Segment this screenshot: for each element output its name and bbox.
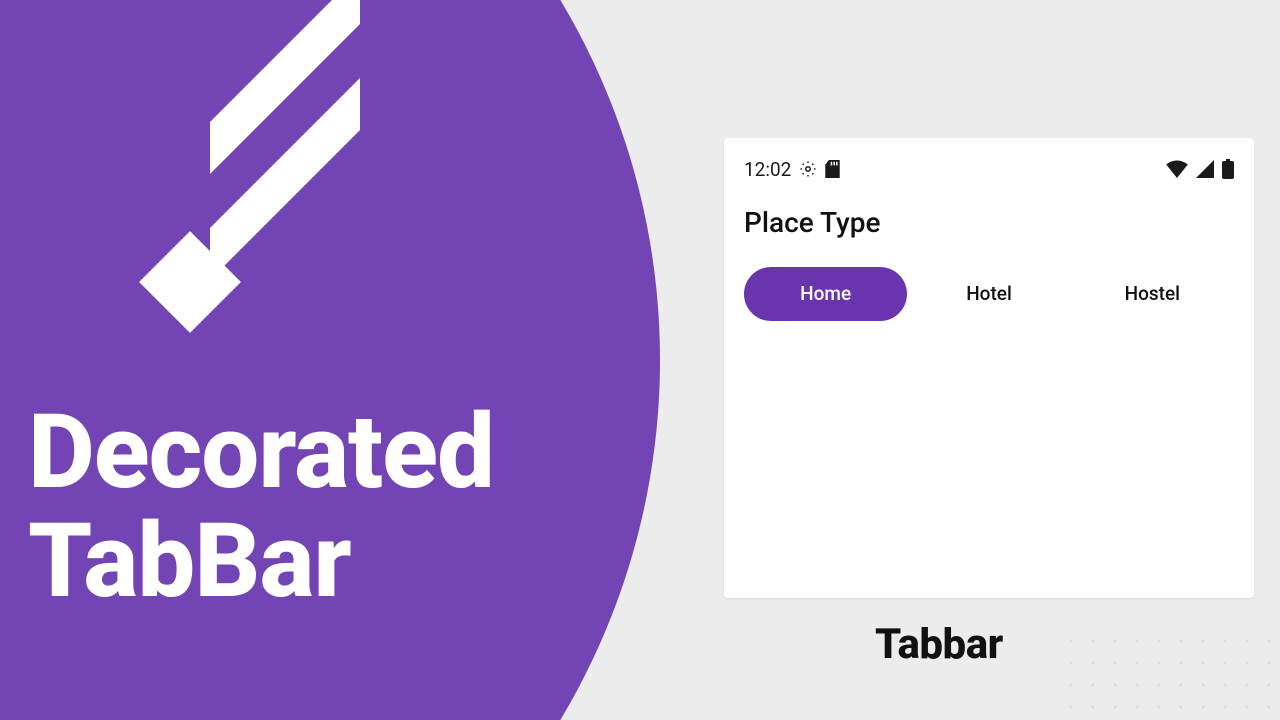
sd-card-icon [825,160,840,178]
tab-hostel[interactable]: Hostel [1071,267,1234,321]
status-time: 12:02 [744,158,791,181]
battery-icon [1222,159,1234,179]
flutter-logo-icon [120,70,380,330]
wifi-icon [1166,160,1188,178]
tab-bar: Home Hotel Hostel [744,267,1234,321]
gear-icon [799,160,817,178]
tab-home[interactable]: Home [744,267,907,321]
tab-label: Hotel [966,282,1012,305]
tab-label: Hostel [1125,282,1180,305]
tab-hotel[interactable]: Hotel [907,267,1070,321]
hero-title-line-1: Decorated [28,398,494,507]
cellular-signal-icon [1196,160,1214,178]
hero-title: Decorated TabBar [28,398,494,616]
status-bar: 12:02 [744,154,1234,184]
decorative-dot-grid [1050,620,1280,720]
hero-title-line-2: TabBar [28,507,494,616]
tab-label: Home [800,282,851,305]
page-title: Place Type [744,206,1234,239]
card-caption: Tabbar [875,620,1003,669]
app-preview-card: 12:02 [724,138,1254,598]
